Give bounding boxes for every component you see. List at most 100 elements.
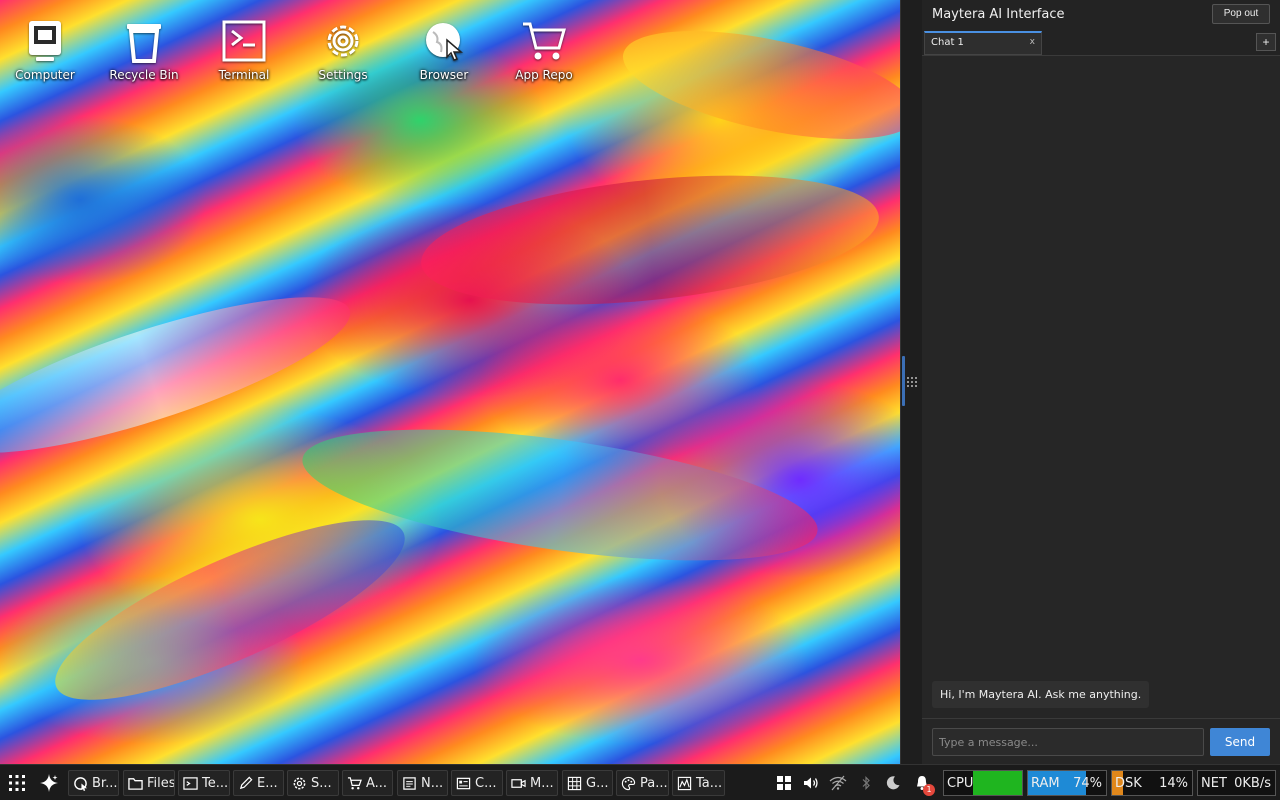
show-desktop-button[interactable] (773, 770, 795, 796)
bluetooth-icon (862, 776, 870, 790)
assistant-message: Hi, I'm Maytera AI. Ask me anything. (932, 681, 1150, 708)
volume-icon (804, 777, 818, 789)
desktop-icon-browser[interactable]: Browser (404, 18, 484, 82)
pop-out-button[interactable]: Pop out (1212, 4, 1270, 24)
splitter-highlight (902, 356, 905, 406)
terminal-icon (183, 776, 198, 790)
desktop-icon-label: Settings (318, 68, 368, 82)
sparkle-icon (40, 774, 58, 792)
cpu-meter[interactable]: CPU (943, 770, 1023, 796)
task-paint[interactable]: Pa... (616, 770, 669, 796)
task-label: E... (257, 775, 278, 791)
task-app-repo[interactable]: A... (342, 770, 393, 796)
task-contacts[interactable]: C... (451, 770, 503, 796)
cpu-meter-fill (973, 771, 1022, 795)
task-files[interactable]: Files (123, 770, 175, 796)
desktop-icon-label: Terminal (218, 68, 270, 82)
desktop-icon-settings[interactable]: Settings (303, 18, 383, 82)
pencil-icon (239, 776, 253, 789)
drag-grip-icon[interactable] (906, 376, 918, 388)
task-label: Te... (202, 775, 229, 791)
desktop-icon-label: Computer (15, 68, 75, 82)
tab-label: Chat 1 (931, 37, 964, 48)
disk-value: 14% (1159, 775, 1188, 791)
panel-splitter[interactable] (900, 0, 922, 764)
desktop-icon-label: Browser (419, 68, 469, 82)
cart-icon (523, 22, 566, 60)
network-value: 0KB/s (1234, 775, 1271, 791)
send-button[interactable]: Send (1210, 728, 1270, 756)
network-label: NET (1201, 775, 1227, 791)
wifi-off-icon (829, 775, 847, 791)
add-tab-button[interactable]: + (1256, 33, 1276, 51)
task-label: S... (311, 775, 332, 791)
desktop-wallpaper[interactable]: Computer Recycle Bin Terminal Settings B… (0, 0, 900, 764)
app-launcher-button[interactable] (4, 770, 30, 796)
ram-label: RAM (1031, 775, 1060, 791)
task-editor[interactable]: E... (233, 770, 284, 796)
wifi-button[interactable] (826, 770, 850, 796)
task-media[interactable]: M... (506, 770, 558, 796)
task-label: Br... (92, 775, 118, 791)
task-label: N... (421, 775, 444, 791)
task-settings[interactable]: S... (287, 770, 339, 796)
chat-tabs-bar: Chat 1 x + (922, 30, 1280, 56)
volume-button[interactable] (800, 770, 822, 796)
contacts-icon (456, 777, 471, 789)
moon-icon (886, 776, 900, 790)
ai-panel-title: Maytera AI Interface (932, 7, 1065, 22)
ai-assistant-button[interactable] (36, 770, 62, 796)
tab-close-icon[interactable]: x (1030, 37, 1035, 47)
message-input[interactable] (932, 728, 1204, 756)
disk-meter[interactable]: DSK 14% (1111, 770, 1193, 796)
network-meter[interactable]: NET 0KB/s (1197, 770, 1276, 796)
recycle-bin-icon (127, 24, 161, 63)
ram-meter[interactable]: RAM 74% (1027, 770, 1107, 796)
desktop-icon-computer[interactable]: Computer (5, 18, 85, 82)
disk-label: DSK (1115, 775, 1142, 791)
cart-icon (347, 776, 362, 789)
terminal-icon (222, 20, 266, 62)
ai-panel-header: Maytera AI Interface Pop out (922, 0, 1280, 30)
cpu-label: CPU (947, 775, 974, 791)
task-browser[interactable]: Br... (68, 770, 119, 796)
tab-chat-1[interactable]: Chat 1 x (924, 31, 1042, 55)
task-label: Ta... (696, 775, 723, 791)
desktop-icon-terminal[interactable]: Terminal (204, 18, 284, 82)
message-composer: Send (922, 718, 1280, 764)
notifications-button[interactable]: 1 (910, 770, 935, 796)
grid-icon (567, 776, 582, 790)
browser-icon (74, 776, 88, 791)
task-label: A... (366, 775, 388, 791)
chat-messages-area[interactable]: Hi, I'm Maytera AI. Ask me anything. (922, 56, 1280, 718)
desktop-icon-label: Recycle Bin (109, 68, 179, 82)
task-label: Pa... (640, 775, 668, 791)
chart-icon (677, 776, 692, 790)
taskbar: Br... Files Te... E... S... A... N... C.… (0, 764, 1280, 800)
task-label: C... (475, 775, 497, 791)
windows-icon (777, 776, 791, 790)
video-icon (511, 778, 526, 788)
gear-icon (327, 25, 359, 57)
gear-icon (293, 777, 306, 789)
task-notes[interactable]: N... (397, 770, 448, 796)
task-label: Files (147, 775, 175, 791)
ai-chat-panel: Maytera AI Interface Pop out Chat 1 x + … (922, 0, 1280, 764)
task-terminal[interactable]: Te... (178, 770, 230, 796)
bluetooth-button[interactable] (856, 770, 876, 796)
desktop-icon-label: App Repo (515, 68, 573, 82)
browser-icon (426, 23, 464, 61)
desktop-icon-app-repo[interactable]: App Repo (504, 18, 584, 82)
notes-icon (403, 776, 416, 790)
desktop-icon-recycle-bin[interactable]: Recycle Bin (104, 18, 184, 82)
task-task-manager[interactable]: Ta... (672, 770, 725, 796)
palette-icon (621, 776, 636, 790)
computer-icon (29, 21, 61, 61)
notification-badge: 1 (923, 784, 935, 796)
app-grid-icon (9, 775, 25, 791)
night-mode-button[interactable] (882, 770, 904, 796)
folder-icon (128, 777, 143, 790)
task-grid-app[interactable]: G... (562, 770, 613, 796)
task-label: M... (530, 775, 554, 791)
ram-value: 74% (1073, 775, 1102, 791)
